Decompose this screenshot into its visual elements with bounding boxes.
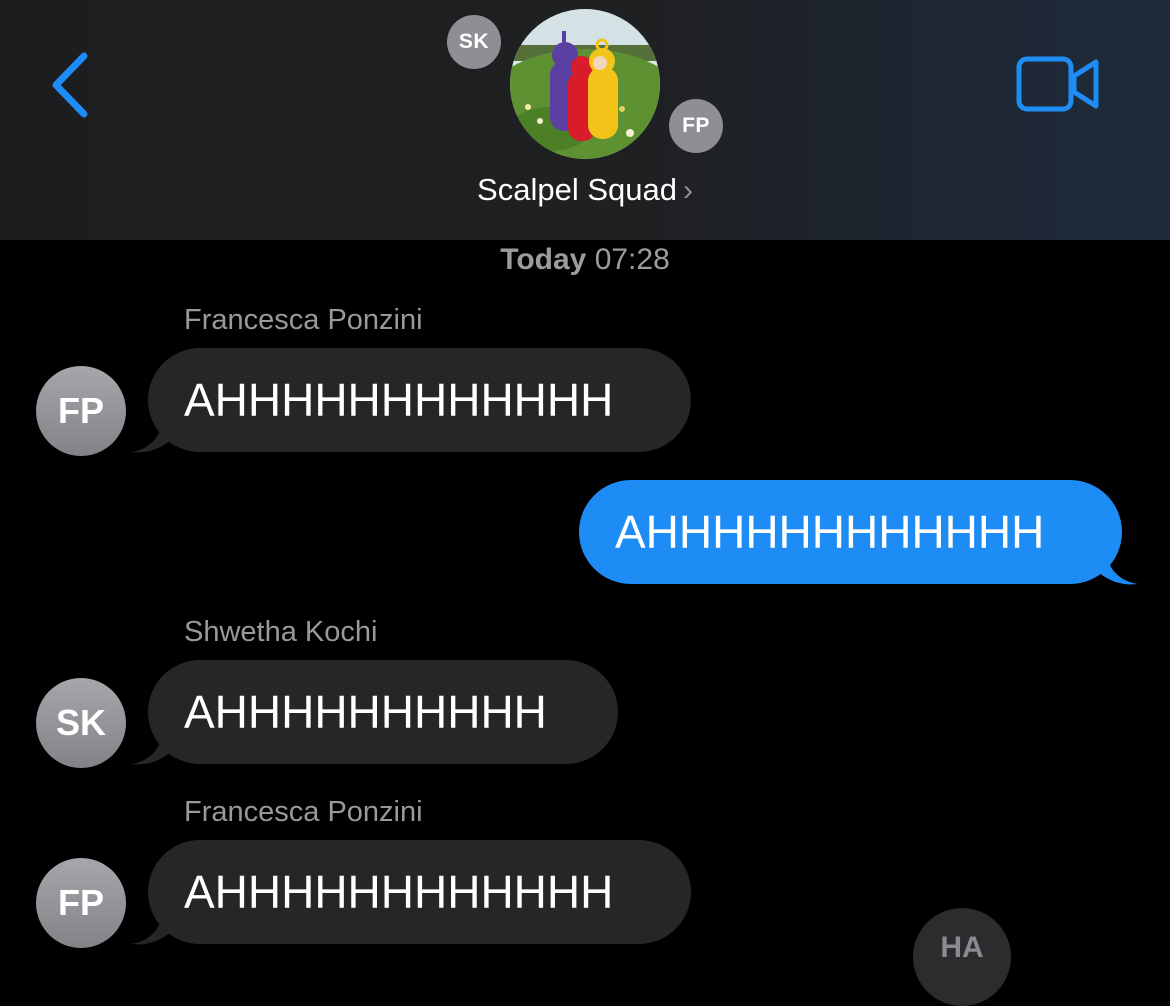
- chevron-left-icon: [52, 52, 88, 118]
- timestamp-time: 07:28: [594, 243, 670, 276]
- timestamp-day: Today: [500, 243, 587, 276]
- avatar-initials: FP: [57, 390, 104, 431]
- member-avatar-sk: SK: [447, 15, 501, 69]
- avatar-initials: FP: [57, 882, 104, 923]
- message-text: AHHHHHHHHHHHH: [184, 866, 614, 918]
- chevron-right-icon: ›: [682, 174, 693, 207]
- message-timestamp: Today 07:28: [0, 243, 1170, 277]
- tapback-label: HA: [940, 931, 984, 964]
- facetime-video-button[interactable]: [1016, 56, 1100, 112]
- member-initials: FP: [682, 114, 710, 137]
- sender-name: Francesca Ponzini: [184, 796, 423, 828]
- member-avatar-fp: FP: [669, 99, 723, 153]
- message-bubble[interactable]: AHHHHHHHHHHHH: [148, 348, 691, 452]
- message-text: AHHHHHHHHHHHH: [615, 506, 1045, 558]
- tapback-ha-badge[interactable]: HA: [913, 908, 1011, 1006]
- group-name: Scalpel Squad: [477, 172, 677, 207]
- conversation-header: SK FP Scalpel Squad ›: [0, 0, 1170, 240]
- avatar[interactable]: FP: [36, 366, 126, 456]
- avatar[interactable]: SK: [36, 678, 126, 768]
- avatar-initials: SK: [55, 702, 106, 743]
- message-bubble[interactable]: AHHHHHHHHHHHH: [579, 480, 1122, 584]
- group-photo[interactable]: [510, 9, 660, 159]
- group-name-button[interactable]: Scalpel Squad ›: [0, 172, 1170, 208]
- message-bubble[interactable]: AHHHHHHHHHH: [148, 660, 618, 764]
- back-button[interactable]: [48, 52, 92, 118]
- avatar[interactable]: FP: [36, 858, 126, 948]
- message-text: AHHHHHHHHHH: [184, 686, 547, 738]
- message-bubble[interactable]: AHHHHHHHHHHHH: [148, 840, 691, 944]
- member-initials: SK: [458, 30, 490, 53]
- message-text: AHHHHHHHHHHHH: [184, 374, 614, 426]
- video-camera-icon: [1016, 56, 1099, 112]
- sender-name: Shwetha Kochi: [184, 616, 378, 648]
- group-photo-image: [510, 9, 660, 159]
- sender-name: Francesca Ponzini: [184, 304, 423, 336]
